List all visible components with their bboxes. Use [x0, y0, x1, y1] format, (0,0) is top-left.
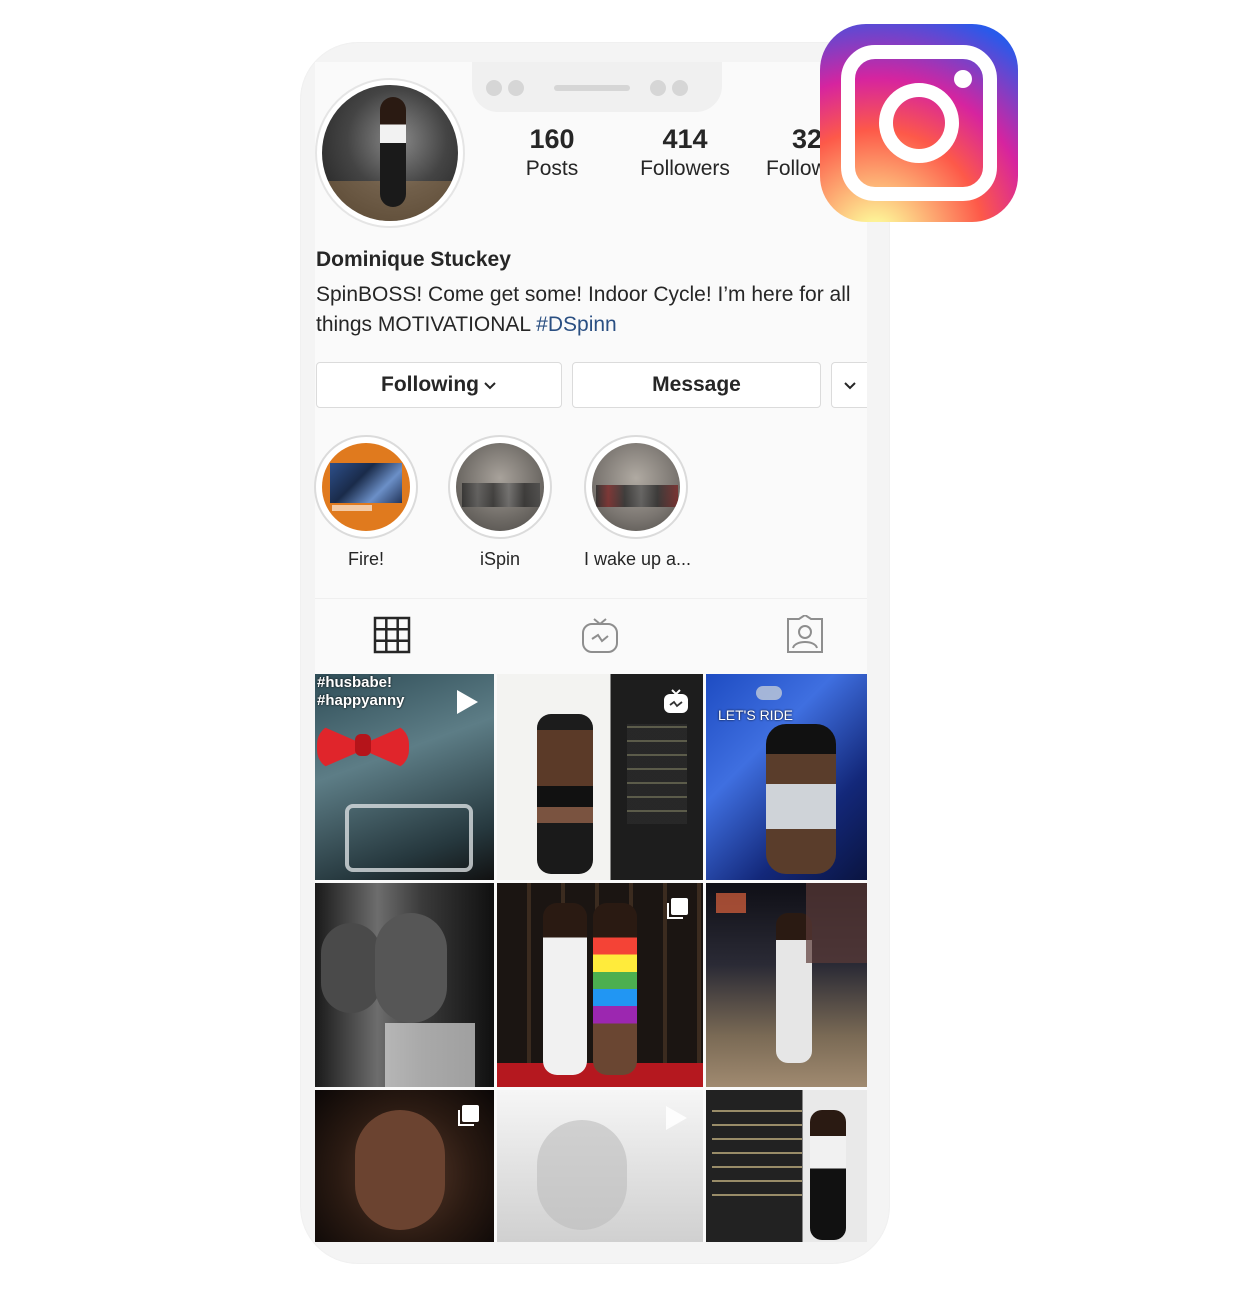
highlight-cover [322, 443, 410, 531]
highlight-ring [584, 435, 688, 539]
highlight-cover [456, 443, 544, 531]
stat-followers[interactable]: 414 Followers [625, 124, 745, 184]
post-tile[interactable] [706, 883, 867, 1087]
tab-grid[interactable] [370, 613, 414, 657]
followers-count: 414 [662, 124, 708, 154]
message-button-label: Message [652, 373, 741, 396]
carousel-indicator [456, 1104, 480, 1133]
play-icon [457, 690, 478, 714]
profile-bio: SpinBOSS! Come get some! Indoor Cycle! I… [316, 280, 866, 340]
video-indicator [454, 688, 480, 721]
post-tile[interactable] [497, 674, 703, 880]
chevron-down-icon [484, 382, 496, 390]
profile-name: Dominique Stuckey [316, 248, 511, 271]
profile-tabs [315, 598, 867, 673]
igtv-indicator [663, 688, 689, 719]
post-tile[interactable]: LET'S RIDE [706, 674, 867, 880]
post-caption: LET'S RIDE [718, 707, 794, 723]
phone-notch [472, 62, 722, 112]
following-button[interactable]: Following [316, 362, 562, 408]
post-tile[interactable] [497, 883, 703, 1087]
highlight-label: iSpin [479, 549, 521, 569]
chevron-down-icon [843, 382, 856, 390]
highlight-label: Fire! [348, 549, 384, 569]
post-tile[interactable] [706, 1090, 867, 1242]
post-caption: #husbabe! #happyanny [317, 674, 405, 709]
instagram-logo [820, 24, 1018, 222]
followers-label: Followers [640, 157, 730, 180]
highlight-ispin[interactable]: iSpin [448, 435, 552, 570]
highlight-ring [448, 435, 552, 539]
post-tile[interactable] [497, 1090, 703, 1242]
grid-icon [373, 616, 411, 654]
highlight-label: I wake up a... [584, 549, 692, 569]
carousel-indicator [665, 897, 689, 926]
instagram-logo-lens [879, 83, 959, 163]
carousel-icon [667, 898, 688, 919]
avatar[interactable] [315, 78, 465, 228]
highlight-cover [592, 443, 680, 531]
highlight-ring [314, 435, 418, 539]
video-indicator [663, 1104, 689, 1137]
igtv-icon [582, 618, 618, 653]
posts-count: 160 [529, 124, 575, 154]
bio-hashtag[interactable]: #DSpinn [536, 313, 617, 336]
post-tile[interactable] [315, 883, 494, 1087]
tab-tagged[interactable] [783, 613, 827, 657]
post-tile[interactable]: #husbabe! #happyanny [315, 674, 494, 880]
tagged-icon [787, 615, 823, 653]
highlight-fire[interactable]: Fire! [314, 435, 418, 570]
avatar-photo [322, 85, 458, 221]
suggested-dropdown-button[interactable] [831, 362, 867, 408]
posts-label: Posts [525, 157, 579, 180]
message-button[interactable]: Message [572, 362, 821, 408]
play-icon [666, 1106, 687, 1130]
tab-igtv[interactable] [578, 613, 622, 657]
post-grid: #husbabe! #happyanny LET'S RIDE [315, 674, 867, 1242]
post-tile[interactable] [315, 1090, 494, 1242]
highlight-wake-up[interactable]: I wake up a... [584, 435, 692, 570]
carousel-icon [458, 1105, 479, 1126]
instagram-logo-flash [954, 70, 972, 88]
igtv-icon [664, 689, 688, 713]
following-button-label: Following [381, 373, 479, 396]
stat-posts[interactable]: 160 Posts [500, 124, 604, 184]
